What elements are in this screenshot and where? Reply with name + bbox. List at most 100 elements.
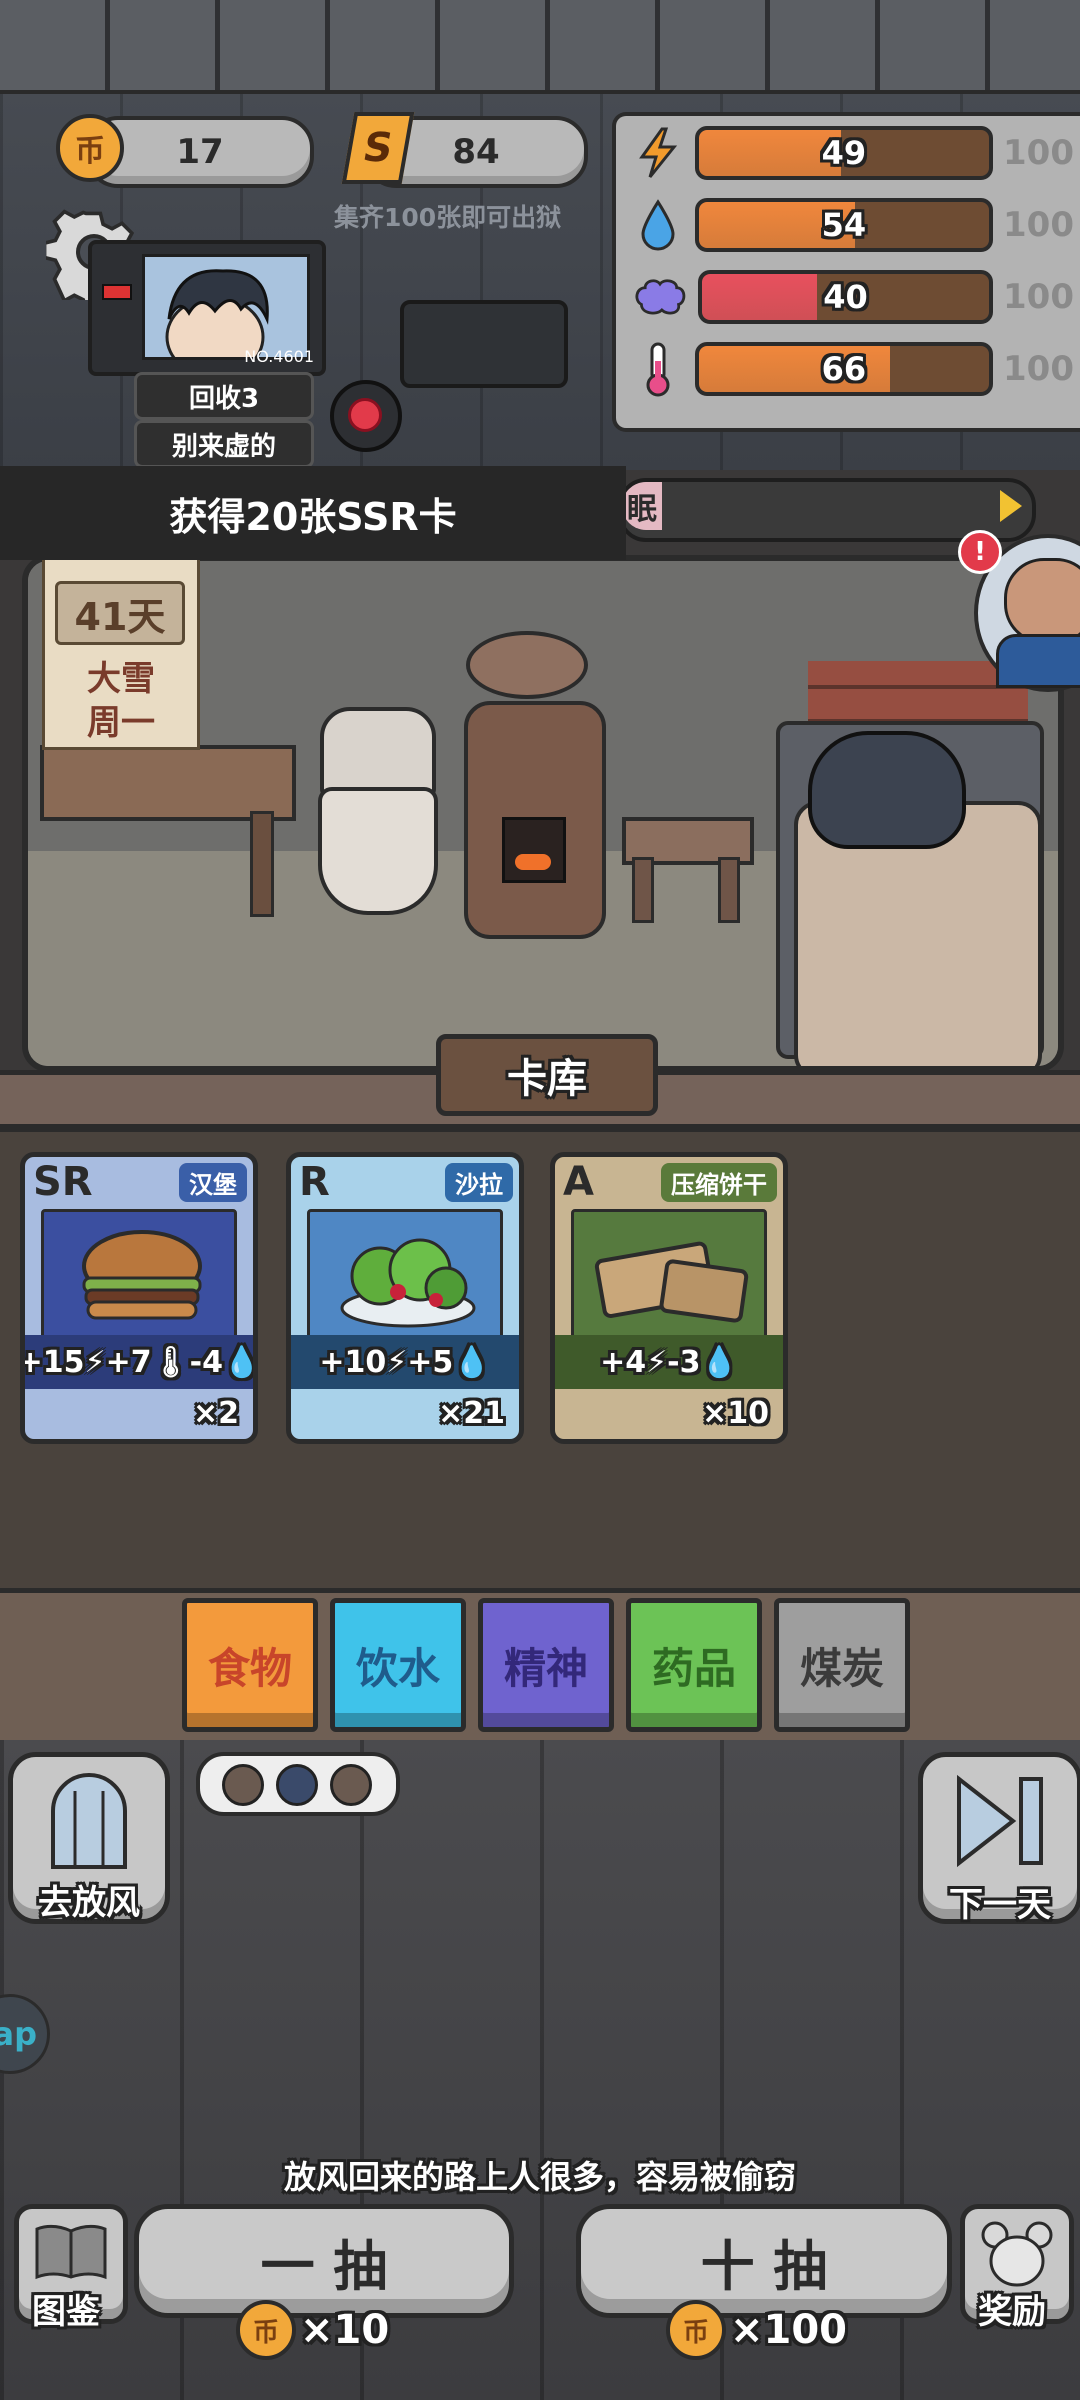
thought-bubble [196, 1752, 400, 1816]
draw-one-price: 币 ×10 [236, 2300, 389, 2360]
card-salad[interactable]: R 沙拉 +10⚡+5💧 ×21 [286, 1152, 524, 1444]
tab-coal[interactable]: 煤炭 [774, 1598, 910, 1732]
draw-one-cost: ×10 [300, 2307, 390, 2353]
stove-fire [502, 817, 566, 883]
security-camera [330, 380, 402, 452]
lightning-icon [634, 127, 683, 179]
toilet-tank [320, 707, 436, 799]
avatar [142, 254, 310, 360]
tab-medicine-label: 药品 [651, 1643, 736, 1693]
salad-art [307, 1209, 503, 1341]
hint-text: 放风回来的路上人很多，容易被偷窃 [283, 2158, 796, 2196]
biscuit-icon [594, 1241, 749, 1323]
skip-forward-icon [957, 1774, 1043, 1868]
temperature-value: 66 [821, 350, 867, 388]
coin-icon: 币 [666, 2300, 726, 2360]
card-count: ×2 [192, 1396, 239, 1431]
card-rarity: SR [33, 1159, 93, 1205]
monitor-led [102, 284, 132, 300]
next-day-label: 下一天 [949, 1885, 1051, 1925]
salad-icon [340, 1238, 476, 1328]
recycle-tag: 回收3 [134, 372, 314, 420]
energy-bar: 49 [694, 126, 994, 180]
water-value: 54 [821, 206, 867, 244]
tab-water[interactable]: 饮水 [330, 1598, 466, 1732]
reward-label: 奖励 [978, 2292, 1046, 2332]
brain-icon [634, 271, 686, 323]
biscuit-art [571, 1209, 767, 1341]
sleeping-prisoner[interactable] [808, 731, 966, 849]
shard-icon: S [341, 112, 415, 184]
mind-max: 100 [1003, 277, 1074, 317]
event-bar-label: 眠 [622, 482, 662, 530]
prisoner-number: NO.4601 [244, 347, 314, 366]
stove-lid [466, 631, 588, 699]
card-count: ×21 [438, 1396, 505, 1431]
coin-counter: 17 币 [56, 112, 314, 188]
tab-food[interactable]: 食物 [182, 1598, 318, 1732]
draw-ten-price: 币 ×100 [666, 2300, 847, 2360]
tab-water-label: 饮水 [355, 1643, 440, 1693]
temperature-bar: 66 [694, 342, 994, 396]
draw-ten-label: 十 抽 [700, 2234, 828, 2298]
stat-energy: 49 100 [634, 124, 1074, 182]
coal-stove [464, 701, 606, 939]
motto-tag: 别来虚的 [134, 420, 314, 468]
alert-icon: ! [958, 530, 1002, 574]
go-out-button[interactable]: 去放风 [8, 1752, 170, 1924]
calendar-weather: 大雪 [87, 659, 155, 699]
toilet-bowl [318, 787, 438, 915]
guard-npc[interactable]: ! [958, 530, 1080, 698]
wall-machine [400, 300, 568, 388]
card-compressed-biscuit[interactable]: A 压缩饼干 +4⚡-3💧 ×10 [550, 1152, 788, 1444]
card-effects: +10⚡+5💧 [291, 1335, 519, 1389]
burger-art [41, 1209, 237, 1341]
collect-hint: 集齐100张即可出狱 [334, 203, 562, 232]
desk-leg [250, 811, 274, 917]
book-icon [35, 2224, 107, 2280]
burger-icon [82, 1230, 202, 1320]
mouse-icon [981, 2221, 1053, 2287]
card-count: ×10 [702, 1396, 769, 1431]
calendar: 41天 大雪 周一 [42, 556, 200, 750]
tab-medicine[interactable]: 药品 [626, 1598, 762, 1732]
red-light-icon [348, 398, 382, 432]
water-bar: 54 [694, 198, 994, 252]
door-icon [51, 1773, 127, 1869]
thermometer-icon [634, 342, 683, 397]
tab-food-label: 食物 [207, 1643, 292, 1693]
tab-mind-label: 精神 [503, 1643, 588, 1693]
draw-ten-cost: ×100 [730, 2307, 848, 2353]
card-name: 汉堡 [179, 1163, 247, 1202]
coin-icon: 币 [56, 114, 124, 182]
handbook-label: 图鉴 [32, 2292, 100, 2332]
card-effects: +4⚡-3💧 [555, 1335, 783, 1389]
card-burger[interactable]: SR 汉堡 +15⚡+7🌡-4💧 ×2 [20, 1152, 258, 1444]
mind-value: 40 [823, 278, 868, 316]
tab-mind[interactable]: 精神 [478, 1598, 614, 1732]
calendar-weekday: 周一 [87, 703, 155, 743]
card-name: 沙拉 [445, 1163, 513, 1202]
water-max: 100 [1003, 205, 1074, 245]
go-out-label: 去放风 [38, 1883, 140, 1923]
mind-bar: 40 [698, 270, 994, 324]
card-rarity: R [299, 1159, 330, 1205]
draw-one-label: 一 抽 [260, 2234, 388, 2298]
notification-banner: 获得20张SSR卡 [0, 466, 626, 560]
play-arrow-icon [1000, 490, 1022, 522]
water-drop-icon [634, 199, 683, 251]
calendar-day: 41天 [55, 581, 185, 645]
energy-value: 49 [821, 134, 867, 172]
energy-max: 100 [1003, 133, 1074, 173]
stat-mind: 40 100 [634, 268, 1074, 326]
stat-temperature: 66 100 [634, 340, 1074, 398]
avatar-monitor[interactable]: NO.4601 [88, 240, 326, 376]
shard-counter: 84 S [340, 112, 590, 188]
stat-water: 54 100 [634, 196, 1074, 254]
next-day-button[interactable]: 下一天 [918, 1752, 1080, 1925]
tab-coal-label: 煤炭 [799, 1643, 884, 1693]
temperature-max: 100 [1003, 349, 1074, 389]
card-rarity: A [563, 1159, 594, 1205]
card-library-label: 卡库 [436, 1034, 658, 1116]
status-panel: 49 100 54 100 40 100 66 100 [612, 112, 1080, 432]
